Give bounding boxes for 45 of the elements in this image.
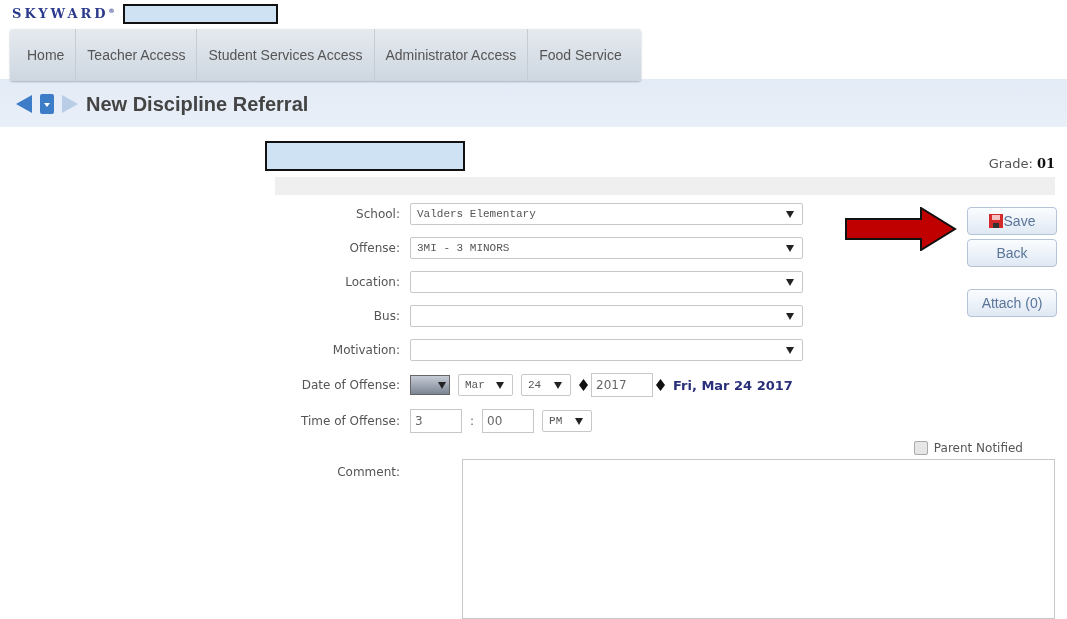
- nav-tab[interactable]: Student Services Access: [196, 29, 374, 81]
- back-arrow-icon[interactable]: [16, 95, 32, 113]
- caret-icon: [786, 278, 794, 286]
- grade-label: Grade: 01: [988, 156, 1055, 171]
- spinner-icon[interactable]: [579, 379, 588, 391]
- year-field[interactable]: 2017: [591, 373, 653, 397]
- hour-field[interactable]: 3: [410, 409, 462, 433]
- dropdown-icon[interactable]: [40, 94, 54, 114]
- spinner-icon[interactable]: [656, 379, 665, 391]
- caret-icon: [496, 381, 504, 389]
- parent-notified-checkbox[interactable]: Parent Notified: [913, 441, 1023, 455]
- dropdown[interactable]: Valders Elementary: [410, 203, 803, 225]
- field-label: Date of Offense:: [300, 378, 400, 392]
- field-label: Location:: [344, 275, 400, 289]
- field-label: Motivation:: [331, 343, 400, 357]
- page-title: New Discipline Referral: [86, 92, 309, 116]
- field-label: Offense:: [348, 241, 400, 255]
- caret-icon: [786, 244, 794, 252]
- caret-icon: [786, 210, 794, 218]
- field-label: Bus:: [372, 309, 400, 323]
- minute-field[interactable]: 00: [482, 409, 535, 433]
- nav-tab[interactable]: Administrator Access: [373, 29, 528, 81]
- nav-tab[interactable]: Teacher Access: [75, 29, 197, 81]
- caret-icon: [786, 312, 794, 320]
- caret-icon: [554, 381, 562, 389]
- logo: SKYWARD$^{®}$: [12, 6, 115, 21]
- calendar-button[interactable]: [410, 375, 450, 395]
- day-dropdown[interactable]: 24: [521, 374, 571, 396]
- comment-field[interactable]: [462, 459, 1055, 619]
- button[interactable]: Back: [967, 239, 1057, 267]
- dropdown[interactable]: 3MI - 3 MINORS: [410, 237, 803, 259]
- save-button[interactable]: Save: [967, 207, 1057, 235]
- field-label: Time of Offense:: [300, 414, 400, 428]
- period-dropdown[interactable]: PM: [542, 410, 593, 432]
- caret-icon: [438, 381, 446, 389]
- button[interactable]: Attach (0): [967, 289, 1057, 317]
- nav-tab[interactable]: Home: [16, 29, 76, 81]
- full-date: Fri, Mar 24 2017: [673, 377, 793, 393]
- caret-icon: [786, 346, 794, 354]
- time-separator: :: [470, 414, 475, 428]
- nav-tab[interactable]: Food Service: [527, 29, 633, 81]
- field-label: Comment:: [336, 465, 400, 479]
- field-label: School:: [355, 207, 400, 221]
- caret-icon: [575, 417, 584, 425]
- month-dropdown[interactable]: Mar: [458, 374, 513, 396]
